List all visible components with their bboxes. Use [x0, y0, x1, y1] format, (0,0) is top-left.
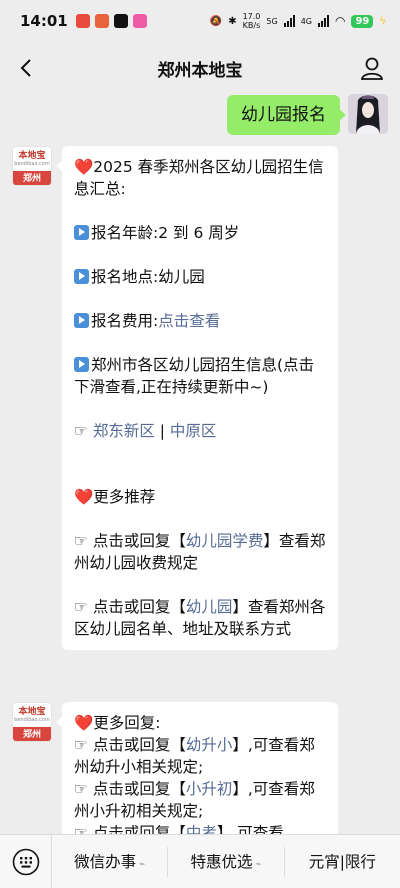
reply-item: ☞ 点击或回复【中考】,可查看: [74, 822, 326, 834]
bot-message-bubble: ❤️2025 春季郑州各区幼儿园招生信息汇总: 报名年龄:2 到 6 周岁 报名…: [56, 146, 338, 650]
bot-avatar-url: bendibao.com: [14, 161, 50, 167]
info-line: 郑州市各区幼儿园招生信息(点击下滑查看,正在持续更新中~): [74, 354, 326, 398]
chat-area[interactable]: 幼儿园报名 本地宝 bendibao.com 郑州 ❤️2025 春季郑州各区幼…: [0, 94, 400, 834]
menu-item-deals[interactable]: 特惠优选 ⌁: [168, 846, 285, 877]
more-recommend-title: ❤️更多推荐: [74, 488, 156, 506]
bot-avatar-name: 本地宝: [18, 151, 46, 161]
reply-prefix: ☞ 点击或回复【: [74, 824, 186, 834]
net-speed-unit: KB/s: [242, 21, 261, 30]
recommend-prefix: ☞ 点击或回复【: [74, 598, 186, 616]
status-indicators: 🔕 ✱ 17.0 KB/s 5G 4G ◠ 99 ϟ: [210, 12, 386, 30]
mute-icon: 🔕: [209, 15, 223, 27]
bottom-menu: 微信办事 ⌁ 特惠优选 ⌁ 元宵|限行: [0, 834, 400, 888]
district-separator: |: [154, 422, 170, 440]
net-speed: 17.0 KB/s: [243, 12, 261, 30]
chat-title: 郑州本地宝: [157, 60, 243, 81]
fee-prefix: 报名费用:: [91, 312, 159, 330]
reply-prefix: ☞ 点击或回复【: [74, 736, 186, 754]
app-notification-icon: [94, 14, 109, 28]
menu-item-label: 微信办事: [74, 852, 137, 871]
person-icon: [360, 57, 384, 80]
menu-item-lantern-traffic[interactable]: 元宵|限行: [285, 847, 400, 877]
signal-icon: [317, 15, 329, 27]
wifi-icon: ◠: [334, 14, 346, 28]
bot-avatar-city: 郑州: [13, 727, 51, 741]
app-notification-icon: [75, 14, 90, 28]
net-5g-label: 5G: [266, 16, 278, 26]
reply-item: ☞ 点击或回复【幼升小】,可查看郑州幼升小相关规定;: [74, 734, 326, 778]
district-link-zhengdong[interactable]: 郑东新区: [93, 422, 155, 440]
fee-link[interactable]: 点击查看: [158, 312, 220, 330]
my-message-bubble[interactable]: 幼儿园报名: [227, 95, 346, 135]
signal-icon: [283, 15, 295, 27]
bot-avatar-city: 郑州: [13, 171, 51, 185]
net-4g-label: 4G: [300, 16, 312, 26]
recommend-item: ☞ 点击或回复【幼儿园学费】查看郑州幼儿园收费规定: [74, 530, 326, 574]
status-bar: 14:01 🔕 ✱ 17.0 KB/s 5G 4G ◠ 99 ϟ: [0, 0, 400, 42]
chevron-left-icon: [20, 59, 31, 77]
keyboard-toggle-button[interactable]: [0, 834, 52, 888]
recommend-prefix: ☞ 点击或回复【: [74, 532, 186, 550]
keyboard-icon: [12, 848, 39, 875]
bot-avatar[interactable]: 本地宝 bendibao.com 郑州: [12, 146, 52, 186]
place-text: 报名地点:幼儿园: [91, 268, 205, 286]
place-line: 报名地点:幼儿园: [74, 266, 326, 288]
district-line: ☞ 郑东新区 | 中原区: [74, 420, 326, 442]
link-icon: ⌁: [139, 858, 146, 870]
net-speed-value: 17.0: [242, 12, 261, 21]
recommend-link-kindergarten[interactable]: 幼儿园: [186, 598, 233, 616]
battery-indicator: 99: [351, 14, 374, 28]
age-line: 报名年龄:2 到 6 周岁: [74, 222, 326, 244]
tiktok-icon: [113, 14, 128, 28]
bot-avatar-name: 本地宝: [18, 707, 46, 717]
recommend-link-fees[interactable]: 幼儿园学费: [186, 532, 264, 550]
link-icon: ⌁: [255, 858, 262, 870]
bluetooth-icon: ✱: [228, 15, 237, 27]
charging-icon: ϟ: [379, 15, 386, 27]
menu-item-label: 元宵|限行: [308, 852, 376, 871]
nav-bar: 郑州本地宝: [0, 42, 400, 94]
recommend-item: ☞ 点击或回复【幼儿园】查看郑州各区幼儿园名单、地址及联系方式: [74, 596, 326, 640]
play-icon: [74, 313, 89, 328]
menu-item-wechat-services[interactable]: 微信办事 ⌁: [52, 846, 169, 877]
reply-link-highschool[interactable]: 中考: [186, 824, 217, 834]
district-link-zhongyuan[interactable]: 中原区: [170, 422, 217, 440]
bot-avatar-url: bendibao.com: [14, 717, 50, 723]
app-notification-icon: [132, 14, 147, 28]
my-avatar[interactable]: [348, 94, 388, 134]
message-heading: ❤️2025 春季郑州各区幼儿园招生信息汇总:: [74, 158, 324, 198]
reply-item: ☞ 点击或回复【小升初】,可查看郑州小升初相关规定;: [74, 778, 326, 822]
fee-line: 报名费用:点击查看: [74, 310, 326, 332]
menu-item-label: 特惠优选: [190, 852, 253, 871]
status-time: 14:01: [20, 12, 68, 30]
bot-avatar[interactable]: 本地宝 bendibao.com 郑州: [12, 702, 52, 742]
info-text: 郑州市各区幼儿园招生信息(点击下滑查看,正在持续更新中~): [74, 356, 315, 396]
reply-suffix: 】,可查看: [216, 824, 284, 834]
play-icon: [74, 225, 89, 240]
profile-button[interactable]: [358, 54, 386, 82]
play-icon: [74, 357, 89, 372]
reply-prefix: ☞ 点击或回复【: [74, 780, 186, 798]
pointer-icon: ☞: [74, 422, 93, 440]
back-button[interactable]: [12, 54, 40, 82]
reply-link-middle[interactable]: 小升初: [186, 780, 233, 798]
play-icon: [74, 269, 89, 284]
more-replies-title: ❤️更多回复:: [74, 714, 161, 732]
my-message: 幼儿园报名: [227, 94, 388, 135]
reply-link-primary[interactable]: 幼升小: [186, 736, 233, 754]
avatar-portrait-icon: [348, 94, 388, 134]
bot-message-bubble: ❤️更多回复: ☞ 点击或回复【幼升小】,可查看郑州幼升小相关规定; ☞ 点击或…: [56, 702, 338, 834]
age-text: 报名年龄:2 到 6 周岁: [91, 224, 240, 242]
